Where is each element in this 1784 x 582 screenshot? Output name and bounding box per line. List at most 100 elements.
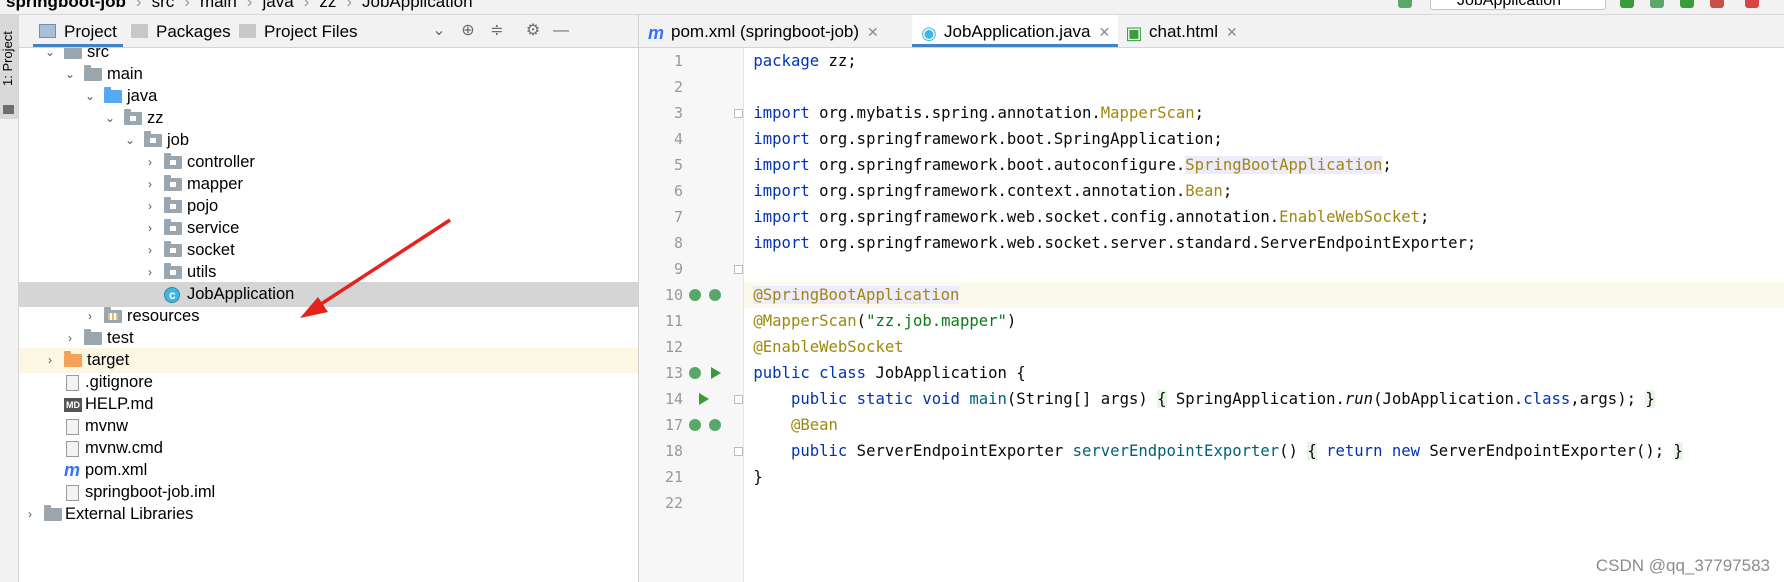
profile-icon[interactable]	[1710, 0, 1724, 8]
line-number: 9	[673, 260, 683, 278]
static-call: run	[1344, 390, 1374, 408]
close-icon[interactable]: ✕	[1226, 24, 1238, 40]
code-text: org.springframework.boot.SpringApplicati…	[809, 130, 1223, 148]
project-panel-header: Project Packages Project Files ⌄ ⊕ ≑ ⚙ —	[19, 15, 657, 48]
folded-brace[interactable]: {	[1307, 442, 1317, 460]
run-icon[interactable]	[699, 393, 709, 405]
run-configuration-select[interactable]: JobApplication	[1430, 0, 1606, 10]
tree-row-external-libraries[interactable]: › External Libraries	[19, 502, 647, 527]
code-text: org.mybatis.spring.annotation.	[809, 104, 1101, 122]
source-folder-icon	[104, 87, 122, 103]
breadcrumb-item[interactable]: zz	[319, 0, 336, 11]
keyword: import	[753, 208, 810, 226]
project-tool-button[interactable]: 1: Project	[0, 15, 18, 119]
annotation-ref: MapperScan	[1100, 104, 1195, 122]
class-icon: ◉	[921, 23, 937, 43]
code-text: org.springframework.context.annotation.	[809, 182, 1186, 200]
spring-config-icon[interactable]	[709, 289, 721, 301]
code-text: org.springframework.boot.autoconfigure.	[809, 156, 1186, 174]
tree-label: External Libraries	[65, 505, 194, 523]
fold-marker-icon[interactable]	[734, 447, 743, 456]
breadcrumb-item[interactable]: java	[262, 0, 293, 11]
line-number: 17	[664, 416, 683, 434]
annotation: @EnableWebSocket	[753, 338, 904, 356]
code-line: public ServerEndpointExporter serverEndp…	[744, 438, 1784, 464]
folded-brace[interactable]: }	[1645, 390, 1655, 408]
tab-project[interactable]: Project	[33, 15, 123, 47]
keyword: new	[1391, 442, 1421, 460]
close-icon[interactable]: ✕	[1098, 24, 1110, 40]
package-icon	[164, 263, 182, 279]
project-tool-label: 1: Project	[0, 31, 15, 87]
close-icon[interactable]: ✕	[867, 24, 879, 40]
spring-bean-icon[interactable]	[689, 367, 701, 379]
code-text: ;	[1419, 208, 1430, 226]
code-text: ()	[1279, 442, 1308, 460]
fold-marker-icon[interactable]	[734, 265, 743, 274]
code-text: (String[] args)	[1006, 390, 1158, 408]
debug-icon[interactable]	[1650, 0, 1664, 8]
tab-packages[interactable]: Packages	[131, 15, 231, 47]
tab-chat-html[interactable]: ▣ chat.html ✕	[1125, 15, 1238, 47]
fold-marker-icon[interactable]	[734, 395, 743, 404]
project-tree: ⌄ src ⌄ main ⌄ java ⌄ zz ⌄ job › control…	[19, 48, 647, 582]
html-icon: ▣	[1125, 23, 1143, 43]
excluded-folder-icon	[64, 351, 82, 367]
chevron-right-icon[interactable]: ›	[23, 502, 37, 527]
breadcrumb-item[interactable]: main	[200, 0, 237, 11]
spring-class-icon	[164, 283, 180, 308]
navigation-bar: springboot-job › src › main › java › zz › JobAppli…	[0, 0, 1784, 15]
line-number: 21	[664, 468, 683, 486]
tab-label: Project	[64, 22, 117, 41]
line-number: 10	[664, 286, 683, 304]
tab-label: pom.xml (springboot-job)	[671, 22, 860, 41]
stop-icon[interactable]	[1745, 0, 1759, 8]
folded-brace[interactable]: }	[1673, 442, 1683, 460]
coverage-icon[interactable]	[1680, 0, 1694, 8]
fold-marker-icon[interactable]	[734, 109, 743, 118]
gear-icon[interactable]: ⚙	[525, 23, 541, 39]
breadcrumb-project[interactable]: springboot-job	[6, 0, 126, 11]
tab-jobapplication-java[interactable]: ◉ JobApplication.java ✕	[912, 15, 1119, 47]
breadcrumb-item[interactable]: JobApplication	[362, 0, 473, 11]
line-number: 5	[673, 156, 683, 174]
markdown-icon: MD	[64, 398, 82, 412]
line-number: 2	[673, 78, 683, 96]
collapse-all-icon[interactable]: ≑	[489, 23, 505, 39]
breadcrumb-item[interactable]: src	[152, 0, 175, 11]
spring-bean-icon[interactable]	[689, 289, 701, 301]
code-text: JobApplication {	[866, 364, 1026, 382]
tab-label: Packages	[156, 22, 231, 41]
file-icon	[66, 375, 79, 391]
tab-pom-xml[interactable]: m pom.xml (springboot-job) ✕	[647, 15, 879, 47]
line-number: 11	[664, 312, 683, 330]
code-text: SpringApplication.	[1166, 390, 1345, 408]
tab-project-files[interactable]: Project Files	[239, 15, 358, 47]
annotation: @MapperScan	[753, 312, 857, 330]
code-line: @Bean	[744, 412, 1784, 438]
annotation: lication	[884, 286, 960, 304]
chevron-down-icon[interactable]: ⌄	[431, 23, 447, 39]
folder-icon	[64, 48, 82, 59]
folded-brace[interactable]: {	[1157, 390, 1167, 408]
spring-config-icon[interactable]	[709, 419, 721, 431]
keyword: public class	[753, 364, 867, 382]
locate-icon[interactable]: ⊕	[460, 23, 476, 39]
folder-icon	[84, 65, 102, 81]
run-icon[interactable]	[1620, 0, 1634, 8]
code-text: ServerEndpointExporter();	[1420, 442, 1674, 460]
code-area[interactable]: package zz; import org.mybatis.spring.an…	[744, 48, 1784, 582]
build-hammer-icon[interactable]	[1398, 0, 1412, 8]
code-text: org.springframework.web.socket.config.an…	[809, 208, 1280, 226]
code-line: public class JobApplication {	[744, 360, 1784, 386]
packages-icon	[131, 24, 148, 38]
minimize-icon[interactable]: —	[553, 23, 569, 39]
module-file-icon	[66, 485, 79, 501]
editor-gutter[interactable]: 1 2 3 4 5 6 7 8 9 10 11 12 13 14 17 18 2…	[639, 48, 744, 582]
code-line: import org.springframework.boot.SpringAp…	[744, 126, 1784, 152]
keyword: public static void	[790, 390, 960, 408]
spring-bean-icon[interactable]	[689, 419, 701, 431]
run-icon[interactable]	[711, 367, 721, 379]
code-editor: m pom.xml (springboot-job) ✕ ◉ JobApplicati…	[639, 15, 1784, 582]
tab-label: chat.html	[1149, 22, 1218, 41]
